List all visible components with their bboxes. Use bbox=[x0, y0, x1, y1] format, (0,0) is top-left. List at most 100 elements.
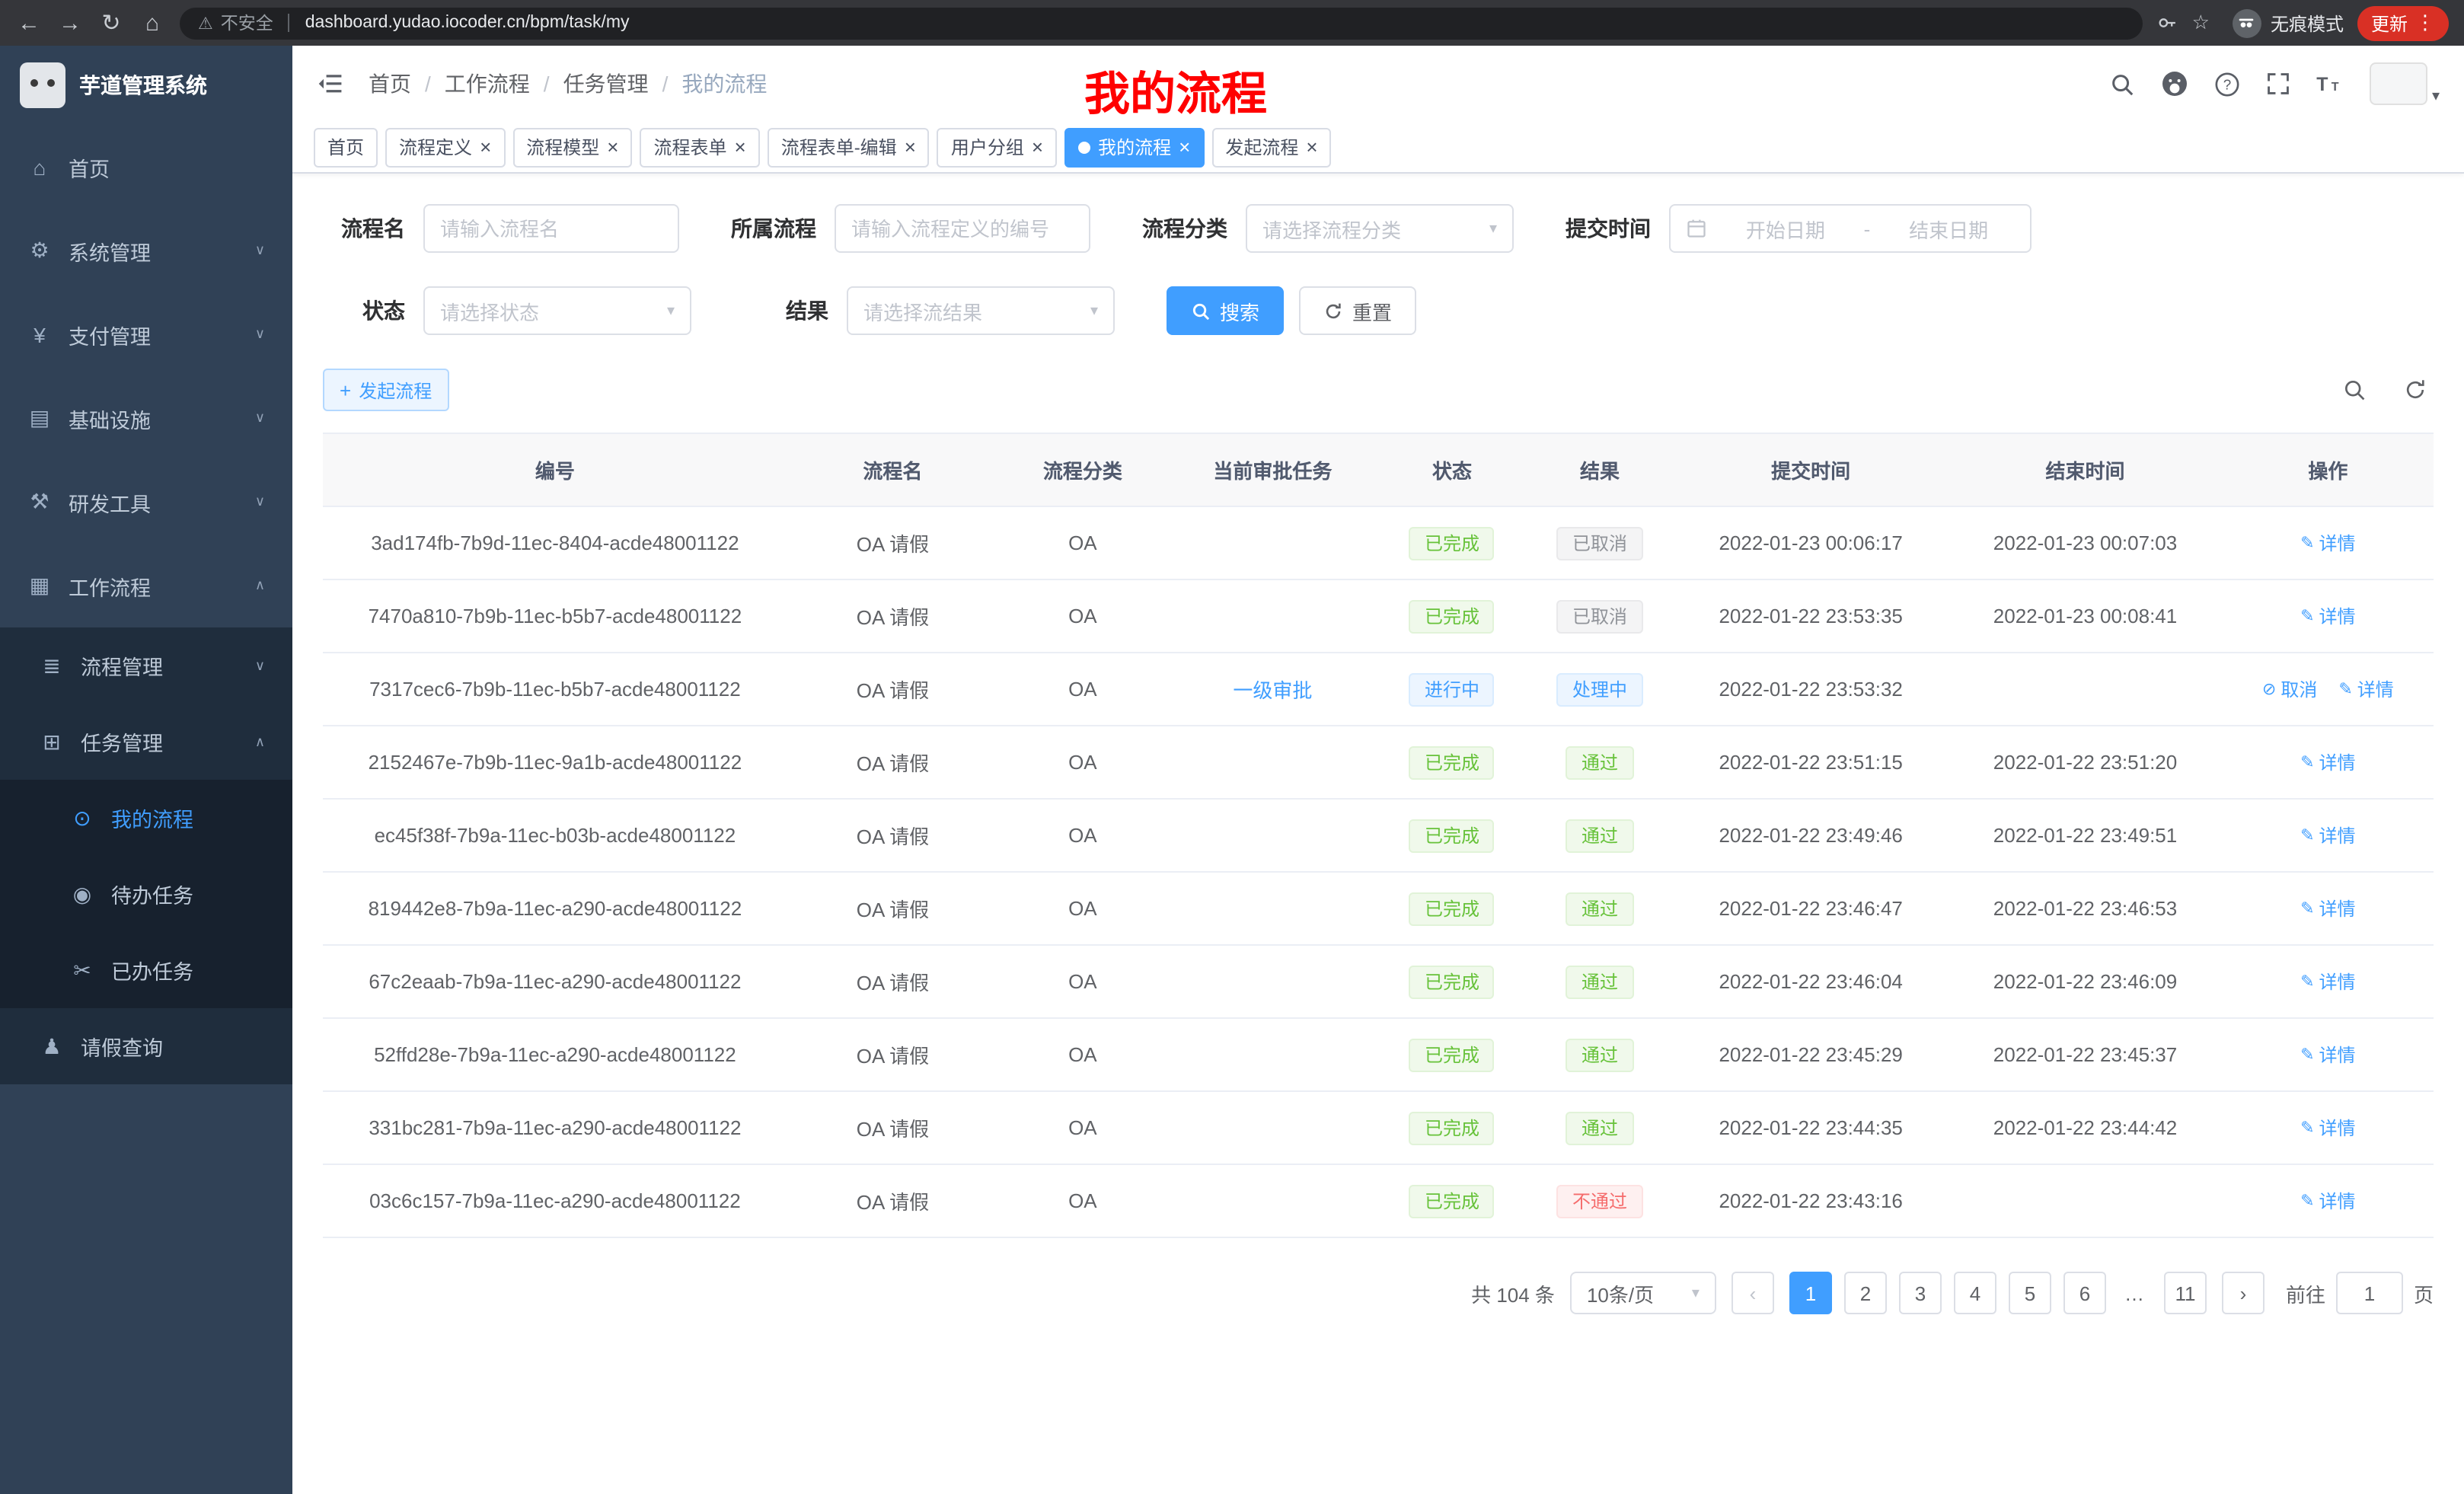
detail-link[interactable]: ✎详情 bbox=[2338, 676, 2393, 702]
search-icon[interactable] bbox=[2109, 71, 2135, 97]
tab-process-definition[interactable]: 流程定义× bbox=[385, 127, 505, 167]
pager-page-6[interactable]: 6 bbox=[2063, 1272, 2106, 1314]
toggle-search-icon[interactable] bbox=[2336, 372, 2373, 408]
reload-button[interactable]: ↻ bbox=[97, 11, 125, 34]
detail-link[interactable]: ✎详情 bbox=[2300, 603, 2355, 629]
sidebar-item-workflow[interactable]: ▦工作流程∧ bbox=[0, 544, 292, 627]
process-category-select[interactable]: 请选择流程分类 ▾ bbox=[1246, 204, 1514, 253]
tab-process-form-edit[interactable]: 流程表单-编辑× bbox=[768, 127, 930, 167]
process-name-input[interactable] bbox=[423, 204, 679, 253]
tab-process-form[interactable]: 流程表单× bbox=[640, 127, 759, 167]
close-icon[interactable]: × bbox=[607, 137, 618, 157]
reset-button[interactable]: 重置 bbox=[1299, 286, 1416, 335]
sidebar-item-infrastructure[interactable]: ▤基础设施∨ bbox=[0, 376, 292, 460]
start-process-button[interactable]: + 发起流程 bbox=[323, 369, 448, 411]
detail-link[interactable]: ✎详情 bbox=[2300, 1188, 2355, 1214]
pager-page-5[interactable]: 5 bbox=[2009, 1272, 2051, 1314]
sidebar-item-payment[interactable]: ¥支付管理∨ bbox=[0, 292, 292, 376]
close-icon[interactable]: × bbox=[1306, 137, 1317, 157]
sidebar-item-devtools[interactable]: ⚒研发工具∨ bbox=[0, 460, 292, 544]
update-button[interactable]: 更新 ⋮ bbox=[2357, 5, 2449, 40]
help-icon[interactable]: ? bbox=[2214, 71, 2240, 97]
sidebar-item-my-process[interactable]: ⊙我的流程 bbox=[0, 780, 292, 856]
fullscreen-icon[interactable] bbox=[2266, 72, 2290, 96]
page-size-select[interactable]: 10条/页 ▾ bbox=[1570, 1272, 1716, 1314]
submit-time-range-picker[interactable]: 开始日期 - 结束日期 bbox=[1669, 204, 2032, 253]
bookmark-star-icon[interactable]: ☆ bbox=[2192, 11, 2210, 35]
close-icon[interactable]: × bbox=[1179, 137, 1190, 157]
sidebar-item-todo-tasks[interactable]: ◉待办任务 bbox=[0, 856, 292, 932]
sidebar-header[interactable]: 芋道管理系统 bbox=[0, 46, 292, 125]
tab-my-process[interactable]: 我的流程× bbox=[1064, 127, 1204, 167]
process-definition-input[interactable] bbox=[835, 204, 1090, 253]
font-size-icon[interactable]: TT bbox=[2316, 72, 2344, 96]
breadcrumb-item[interactable]: 首页 bbox=[369, 69, 411, 99]
sidebar-item-done-tasks[interactable]: ✂已办任务 bbox=[0, 932, 292, 1008]
result-badge: 不通过 bbox=[1557, 1184, 1642, 1218]
breadcrumb-item[interactable]: 工作流程 bbox=[445, 69, 530, 99]
pager-page-11[interactable]: 11 bbox=[2164, 1272, 2207, 1314]
refresh-icon bbox=[1323, 301, 1343, 321]
detail-link[interactable]: ✎ 详情 bbox=[2300, 969, 2355, 994]
sidebar-item-system[interactable]: ⚙系统管理∨ bbox=[0, 209, 292, 292]
sidebar-item-process-management[interactable]: ≣流程管理∨ bbox=[0, 627, 292, 704]
status-select[interactable]: 请选择状态 ▾ bbox=[423, 286, 691, 335]
next-page-button[interactable]: › bbox=[2222, 1272, 2265, 1314]
current-task-link[interactable]: 一级审批 bbox=[1233, 679, 1312, 702]
pager-page-3[interactable]: 3 bbox=[1899, 1272, 1942, 1314]
home-button[interactable]: ⌂ bbox=[139, 11, 166, 34]
edit-icon: ✎ bbox=[2338, 679, 2352, 699]
cell-result: 已取消 bbox=[1526, 506, 1674, 579]
sidebar-item-leave-query[interactable]: ♟请假查询 bbox=[0, 1008, 292, 1084]
list-icon: ≣ bbox=[40, 653, 64, 678]
edit-icon: ✎ bbox=[2300, 972, 2314, 991]
cancel-link[interactable]: ⊘取消 bbox=[2262, 676, 2317, 702]
search-button[interactable]: 搜索 bbox=[1167, 286, 1284, 335]
close-icon[interactable]: × bbox=[480, 137, 491, 157]
tab-process-model[interactable]: 流程模型× bbox=[512, 127, 632, 167]
detail-link[interactable]: ✎详情 bbox=[2300, 1042, 2355, 1068]
refresh-table-icon[interactable] bbox=[2397, 372, 2434, 408]
cell-category: OA bbox=[998, 579, 1167, 653]
key-icon[interactable] bbox=[2157, 12, 2178, 34]
pager-page-2[interactable]: 2 bbox=[1844, 1272, 1887, 1314]
sidebar-toggle-icon[interactable] bbox=[317, 70, 344, 97]
detail-link[interactable]: ✎详情 bbox=[2300, 1115, 2355, 1141]
workflow-icon: ▦ bbox=[27, 573, 52, 599]
sidebar-item-home[interactable]: ⌂首页 bbox=[0, 125, 292, 209]
close-icon[interactable]: × bbox=[735, 137, 746, 157]
breadcrumb-item[interactable]: 任务管理 bbox=[563, 69, 649, 99]
detail-link[interactable]: ✎详情 bbox=[2300, 822, 2355, 848]
result-select[interactable]: 请选择流结果 ▾ bbox=[847, 286, 1115, 335]
tab-start-process[interactable]: 发起流程× bbox=[1211, 127, 1331, 167]
pager-page-1[interactable]: 1 bbox=[1789, 1272, 1832, 1314]
tab-home[interactable]: 首页 bbox=[314, 127, 378, 167]
cell-actions: ✎详情 bbox=[2223, 1091, 2434, 1164]
app-title: 芋道管理系统 bbox=[79, 70, 207, 101]
jump-page-input[interactable] bbox=[2336, 1272, 2403, 1314]
close-icon[interactable]: × bbox=[1032, 137, 1043, 157]
menu-kebab-icon[interactable]: ⋮ bbox=[2415, 11, 2435, 35]
detail-link[interactable]: ✎详情 bbox=[2300, 530, 2355, 556]
chat-icon: ⊙ bbox=[70, 805, 94, 831]
back-button[interactable]: ← bbox=[15, 11, 43, 34]
sidebar-item-task-management[interactable]: ⊞任务管理∧ bbox=[0, 704, 292, 780]
cell-category: OA bbox=[998, 653, 1167, 726]
detail-link[interactable]: ✎详情 bbox=[2300, 749, 2355, 775]
start-date-placeholder: 开始日期 bbox=[1719, 214, 1852, 243]
cell-current-task bbox=[1167, 506, 1378, 579]
forward-button[interactable]: → bbox=[56, 11, 84, 34]
user-menu[interactable]: ▾ bbox=[2370, 62, 2440, 105]
pager-page-4[interactable]: 4 bbox=[1954, 1272, 1996, 1314]
close-icon[interactable]: × bbox=[905, 137, 916, 157]
sidebar-item-label: 研发工具 bbox=[69, 487, 151, 517]
prev-page-button[interactable]: ‹ bbox=[1732, 1272, 1774, 1314]
tab-user-group[interactable]: 用户分组× bbox=[937, 127, 1057, 167]
action-label: 详情 bbox=[2319, 969, 2356, 994]
pager-more-icon[interactable]: … bbox=[2118, 1282, 2152, 1304]
detail-link[interactable]: ✎详情 bbox=[2300, 895, 2355, 921]
status-badge: 进行中 bbox=[1409, 672, 1495, 706]
address-bar[interactable]: ⚠ 不安全 dashboard.yudao.iocoder.cn/bpm/tas… bbox=[180, 7, 2143, 39]
table-row: ec45f38f-7b9a-11ec-b03b-acde48001122OA 请… bbox=[323, 799, 2434, 872]
github-icon[interactable] bbox=[2161, 70, 2188, 97]
